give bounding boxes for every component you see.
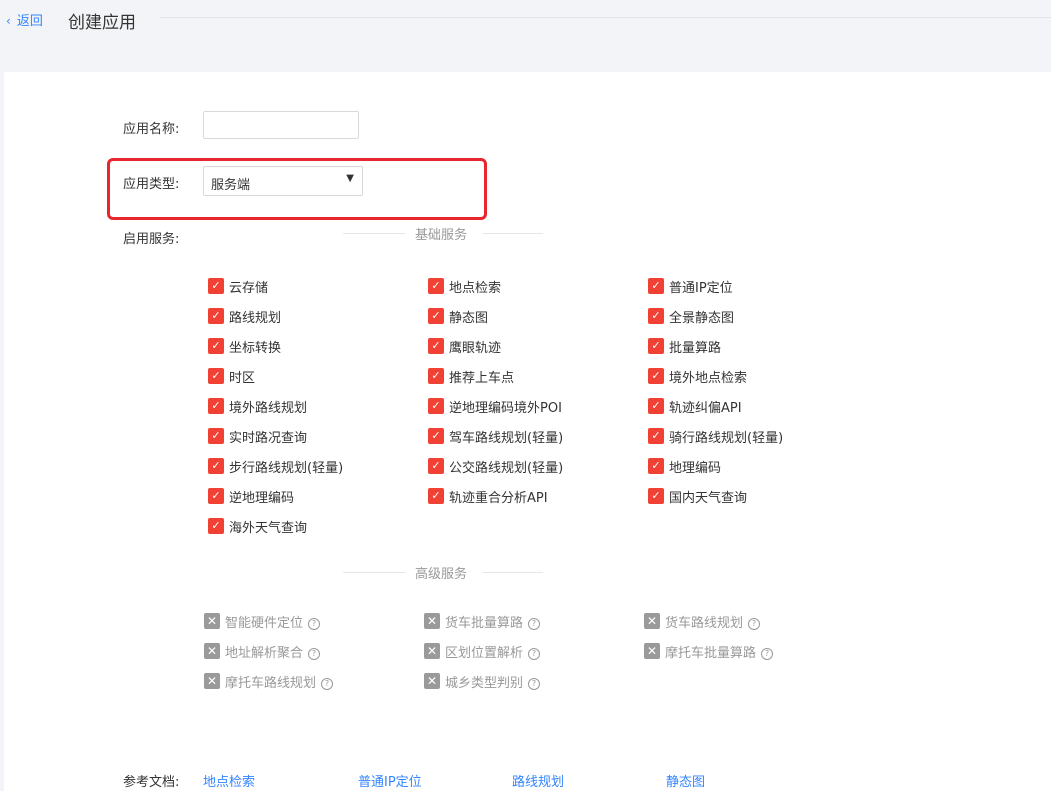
doc-link-ip-location[interactable]: 普通IP定位 <box>358 771 422 790</box>
basic-service-label: 静态图 <box>449 311 489 326</box>
help-icon[interactable]: ? <box>528 648 541 660</box>
checkbox-disabled-icon: ✕ <box>204 643 220 659</box>
advanced-service-label: 货车批量算路 <box>445 616 524 631</box>
basic-service-label: 轨迹重合分析API <box>449 491 548 506</box>
checkbox-checked-icon[interactable]: ✓ <box>428 368 444 384</box>
checkbox-checked-icon[interactable]: ✓ <box>208 428 224 444</box>
checkbox-checked-icon[interactable]: ✓ <box>428 488 444 504</box>
checkbox-checked-icon[interactable]: ✓ <box>648 458 664 474</box>
basic-service-label: 国内天气查询 <box>669 491 748 506</box>
checkbox-checked-icon[interactable]: ✓ <box>208 398 224 414</box>
advanced-service-label: 地址解析聚合 <box>225 646 304 661</box>
basic-service-label: 海外天气查询 <box>229 521 308 536</box>
basic-service-label: 步行路线规划(轻量) <box>229 461 344 476</box>
basic-services-title: 基础服务 <box>415 228 468 243</box>
help-icon[interactable]: ? <box>528 678 541 690</box>
checkbox-checked-icon[interactable]: ✓ <box>648 428 664 444</box>
help-icon[interactable]: ? <box>748 618 761 630</box>
basic-service-label: 推荐上车点 <box>449 371 515 386</box>
basic-service-label: 坐标转换 <box>229 341 282 356</box>
basic-service-label: 云存储 <box>229 281 269 296</box>
advanced-service-label: 智能硬件定位 <box>225 616 304 631</box>
basic-service-label: 鹰眼轨迹 <box>449 341 502 356</box>
help-icon[interactable]: ? <box>308 648 321 660</box>
checkbox-checked-icon[interactable]: ✓ <box>208 308 224 324</box>
checkbox-checked-icon[interactable]: ✓ <box>208 278 224 294</box>
basic-service-label: 境外路线规划 <box>229 401 308 416</box>
checkbox-checked-icon[interactable]: ✓ <box>648 278 664 294</box>
basic-service-label: 地理编码 <box>669 461 722 476</box>
checkbox-checked-icon[interactable]: ✓ <box>428 428 444 444</box>
checkbox-checked-icon[interactable]: ✓ <box>648 398 664 414</box>
advanced-services-title: 高级服务 <box>415 567 468 582</box>
services-label: 启用服务: <box>123 232 180 247</box>
basic-service-label: 实时路况查询 <box>229 431 308 446</box>
checkbox-checked-icon[interactable]: ✓ <box>208 338 224 354</box>
checkbox-checked-icon[interactable]: ✓ <box>208 458 224 474</box>
checkbox-checked-icon[interactable]: ✓ <box>648 368 664 384</box>
basic-service-label: 逆地理编码 <box>229 491 295 506</box>
checkbox-disabled-icon: ✕ <box>204 613 220 629</box>
checkbox-checked-icon[interactable]: ✓ <box>428 338 444 354</box>
title-divider <box>160 17 1051 18</box>
checkbox-disabled-icon: ✕ <box>644 643 660 659</box>
checkbox-checked-icon[interactable]: ✓ <box>428 398 444 414</box>
checkbox-checked-icon[interactable]: ✓ <box>208 488 224 504</box>
basic-service-label: 轨迹纠偏API <box>669 401 742 416</box>
basic-service-label: 境外地点检索 <box>669 371 748 386</box>
basic-service-label: 全景静态图 <box>669 311 735 326</box>
basic-service-label: 地点检索 <box>449 281 502 296</box>
help-icon[interactable]: ? <box>321 678 334 690</box>
top-bar: ‹ 返回 创建应用 <box>0 0 1051 72</box>
docs-label: 参考文档: <box>123 775 180 790</box>
advanced-service-label: 区划位置解析 <box>445 646 524 661</box>
basic-service-label: 批量算路 <box>669 341 722 356</box>
help-icon[interactable]: ? <box>528 618 541 630</box>
advanced-service-label: 摩托车路线规划 <box>225 676 317 691</box>
page-title: 创建应用 <box>68 13 136 33</box>
checkbox-disabled-icon: ✕ <box>644 613 660 629</box>
checkbox-checked-icon[interactable]: ✓ <box>428 278 444 294</box>
app-name-label: 应用名称: <box>123 122 180 137</box>
basic-service-label: 逆地理编码境外POI <box>449 401 562 416</box>
checkbox-checked-icon[interactable]: ✓ <box>648 338 664 354</box>
checkbox-checked-icon[interactable]: ✓ <box>648 308 664 324</box>
basic-service-label: 骑行路线规划(轻量) <box>669 431 784 446</box>
checkbox-disabled-icon: ✕ <box>424 673 440 689</box>
app-name-input[interactable] <box>203 111 359 139</box>
advanced-service-label: 货车路线规划 <box>665 616 744 631</box>
checkbox-disabled-icon: ✕ <box>424 613 440 629</box>
basic-service-label: 时区 <box>229 371 256 386</box>
help-icon[interactable]: ? <box>761 648 774 660</box>
basic-service-label: 普通IP定位 <box>669 281 733 296</box>
checkbox-checked-icon[interactable]: ✓ <box>208 368 224 384</box>
checkbox-checked-icon[interactable]: ✓ <box>428 458 444 474</box>
checkbox-checked-icon[interactable]: ✓ <box>208 518 224 534</box>
basic-service-label: 驾车路线规划(轻量) <box>449 431 564 446</box>
back-link[interactable]: ‹ 返回 <box>6 10 43 29</box>
checkbox-disabled-icon: ✕ <box>424 643 440 659</box>
back-label: 返回 <box>16 14 43 29</box>
doc-link-route-planning[interactable]: 路线规划 <box>512 771 564 790</box>
advanced-service-label: 城乡类型判别 <box>445 676 524 691</box>
checkbox-checked-icon[interactable]: ✓ <box>648 488 664 504</box>
checkbox-disabled-icon: ✕ <box>204 673 220 689</box>
highlight-annotation <box>107 158 487 220</box>
help-icon[interactable]: ? <box>308 618 321 630</box>
advanced-services-divider: 高级服务 <box>343 565 543 582</box>
basic-service-label: 公交路线规划(轻量) <box>449 461 564 476</box>
advanced-service-label: 摩托车批量算路 <box>665 646 757 661</box>
basic-service-label: 路线规划 <box>229 311 282 326</box>
doc-link-poi-search[interactable]: 地点检索 <box>203 771 255 790</box>
doc-link-static-map[interactable]: 静态图 <box>666 771 705 790</box>
chevron-left-icon: ‹ <box>6 14 11 28</box>
checkbox-checked-icon[interactable]: ✓ <box>428 308 444 324</box>
basic-services-divider: 基础服务 <box>343 226 543 243</box>
